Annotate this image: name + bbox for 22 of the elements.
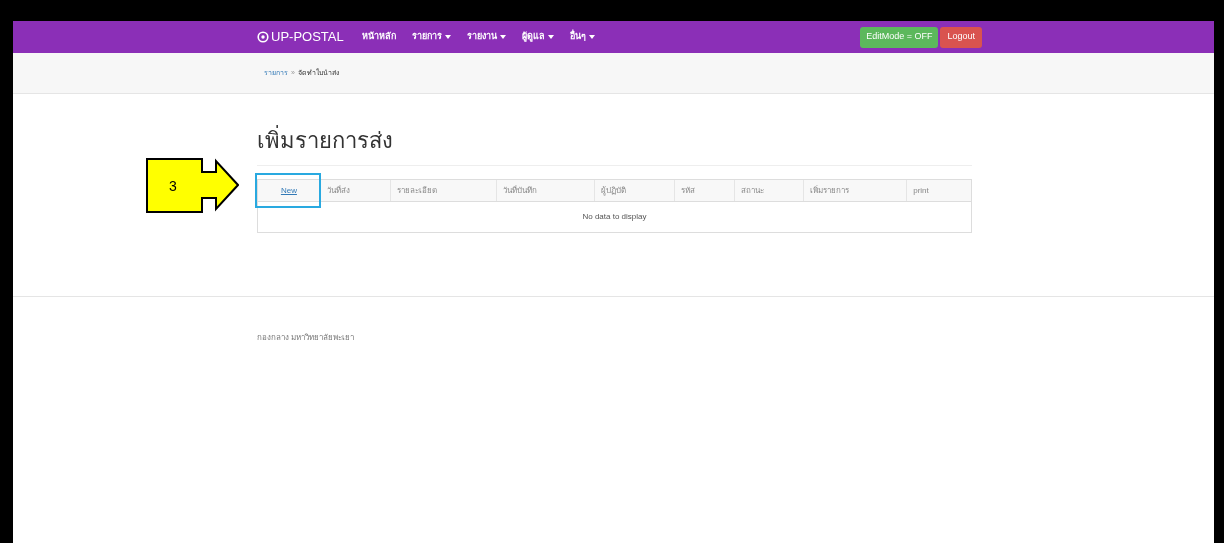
logout-button[interactable]: Logout — [940, 26, 982, 48]
column-header: print — [913, 184, 929, 197]
column-header: ผู้ปฏิบัติ — [601, 184, 627, 197]
page-heading: เพิ่มรายการส่ง — [257, 124, 972, 166]
callout-number: 3 — [169, 177, 177, 196]
empty-message: No data to display — [582, 211, 647, 223]
highlight-frame — [255, 173, 321, 208]
nav-link[interactable]: รายงาน — [466, 30, 506, 44]
nav-link[interactable]: หน้าหลัก — [361, 30, 396, 44]
column-header: รายละเอียด — [396, 184, 437, 197]
nav-link[interactable]: รายการ — [411, 30, 451, 44]
column-header: วันที่บันทึก — [503, 184, 538, 197]
target-icon — [257, 31, 269, 43]
brand-logo[interactable]: UP-POSTAL — [271, 27, 344, 47]
nav-link[interactable]: ผู้ดูแล — [521, 30, 554, 44]
column-header: สถานะ — [740, 184, 764, 197]
column-header: วันที่ส่ง — [326, 184, 350, 197]
new-link[interactable]: New — [280, 184, 297, 197]
nav-link[interactable]: อื่นๆ — [569, 30, 595, 44]
footer-text: กองกลาง มหาวิทยาลัยพะเยา — [257, 333, 355, 342]
column-header: รหัส — [680, 184, 695, 197]
column-header: เพิ่มรายการ — [810, 184, 850, 197]
